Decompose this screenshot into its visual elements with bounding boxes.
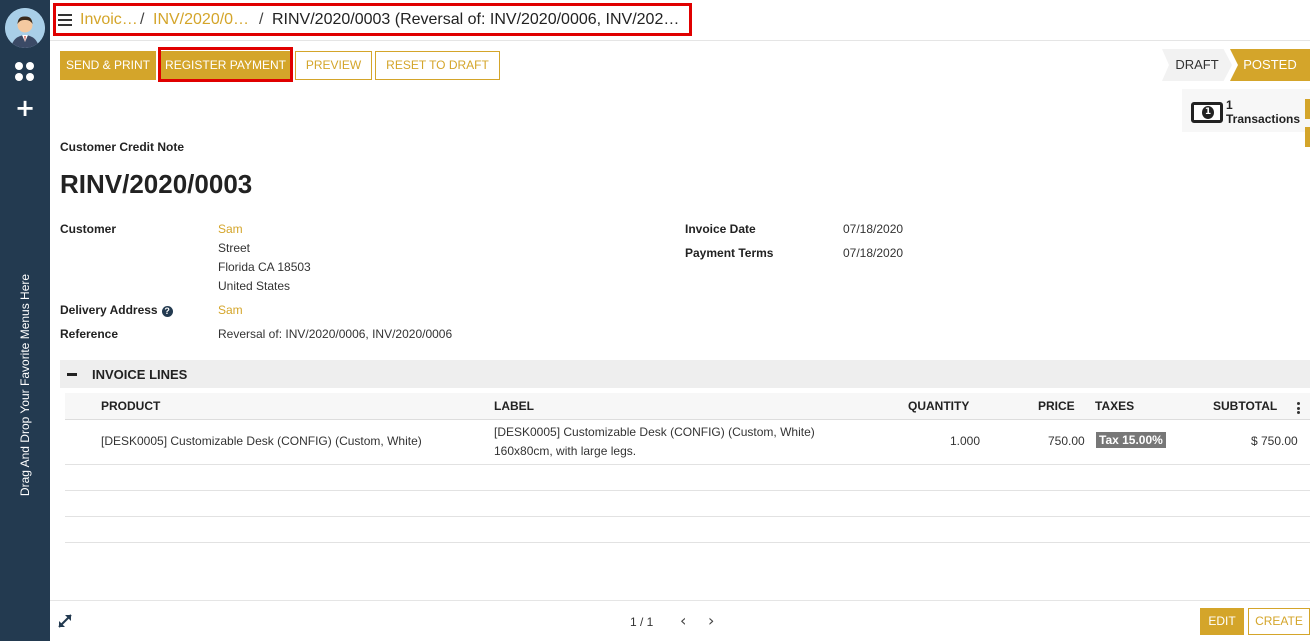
customer-city: Florida CA 18503: [218, 260, 311, 274]
cell-subtotal: $ 750.00: [1251, 434, 1298, 448]
customer-label: Customer: [60, 222, 117, 236]
invoice-lines-title: INVOICE LINES: [92, 367, 188, 382]
cell-product: [DESK0005] Customizable Desk (CONFIG) (C…: [101, 434, 422, 448]
customer-country: United States: [218, 279, 291, 293]
customer-street: Street: [218, 241, 251, 255]
status-draft[interactable]: DRAFT: [1162, 49, 1232, 81]
document-type: Customer Credit Note: [60, 140, 185, 154]
cell-quantity: 1.000: [950, 434, 981, 448]
delivery-address-label: Delivery Address?: [60, 303, 173, 317]
cell-price: 750.00: [1048, 434, 1085, 448]
cell-label-line2: 160x80cm, with large legs.: [494, 444, 637, 458]
column-product[interactable]: PRODUCT: [101, 399, 160, 413]
column-quantity[interactable]: QUANTITY: [908, 399, 969, 413]
table-row-empty: [65, 517, 1310, 543]
payment-terms-label: Payment Terms: [685, 246, 774, 260]
money-icon: 1: [1191, 102, 1223, 123]
column-price[interactable]: PRICE: [1038, 399, 1075, 413]
apps-grid-icon[interactable]: [15, 62, 35, 82]
sidebar: + Drag And Drop Your Favorite Menus Here: [0, 0, 50, 641]
column-subtotal[interactable]: SUBTOTAL: [1213, 399, 1277, 413]
delivery-address-label-text: Delivery Address: [60, 303, 158, 317]
reference-value: Reversal of: INV/2020/0006, INV/2020/000…: [218, 327, 453, 341]
payment-terms-value: 07/18/2020: [843, 246, 904, 260]
footer-bar: 1 / 1 ‹ › EDIT CREATE: [50, 600, 1310, 641]
preview-button[interactable]: PREVIEW: [295, 51, 372, 80]
pager-previous-icon[interactable]: ‹: [680, 611, 686, 630]
edit-button[interactable]: EDIT: [1200, 608, 1244, 635]
table-header: PRODUCT LABEL QUANTITY PRICE TAXES SUBTO…: [65, 393, 1310, 420]
invoice-date-value: 07/18/2020: [843, 222, 904, 236]
invoice-date-label: Invoice Date: [685, 222, 756, 236]
transactions-smart-button[interactable]: 1 1 Transactions: [1182, 89, 1310, 132]
reset-to-draft-button[interactable]: RESET TO DRAFT: [375, 51, 500, 80]
breadcrumb-bar: Invoic… / INV/2020/0… / RINV/2020/0003 (…: [50, 0, 1310, 41]
register-payment-highlight-box: [158, 47, 293, 82]
breadcrumb-highlight-box: [53, 3, 692, 36]
cell-label-line1: [DESK0005] Customizable Desk (CONFIG) (C…: [494, 425, 815, 439]
smart-button-accent: [1305, 99, 1310, 119]
user-avatar-icon: [5, 8, 45, 48]
pager-value[interactable]: 1 / 1: [630, 615, 653, 629]
smart-button-accent: [1305, 127, 1310, 147]
reference-label: Reference: [60, 327, 119, 341]
tax-badge: Tax 15.00%: [1096, 432, 1166, 448]
create-button[interactable]: CREATE: [1248, 608, 1310, 635]
send-print-button[interactable]: SEND & PRINT: [60, 51, 156, 80]
column-label[interactable]: LABEL: [494, 399, 534, 413]
table-row[interactable]: [DESK0005] Customizable Desk (CONFIG) (C…: [65, 420, 1310, 465]
expand-icon[interactable]: [58, 614, 72, 628]
pager-next-icon[interactable]: ›: [708, 611, 714, 630]
transactions-count: 1: [1226, 98, 1233, 112]
customer-link[interactable]: Sam: [218, 222, 243, 236]
column-taxes[interactable]: TAXES: [1095, 399, 1134, 413]
status-posted[interactable]: POSTED: [1230, 49, 1310, 81]
transactions-label: Transactions: [1226, 112, 1301, 126]
table-row-empty: [65, 491, 1310, 517]
collapse-minus-icon[interactable]: [67, 373, 77, 376]
favorites-hint: Drag And Drop Your Favorite Menus Here: [18, 273, 32, 497]
document-number: RINV/2020/0003: [60, 169, 253, 199]
plus-icon[interactable]: +: [14, 96, 36, 120]
table-row-empty: [65, 465, 1310, 491]
invoice-lines-section-header[interactable]: INVOICE LINES: [60, 360, 1310, 388]
delivery-address-link[interactable]: Sam: [218, 303, 243, 317]
user-avatar[interactable]: [5, 8, 45, 48]
help-icon[interactable]: ?: [161, 306, 173, 317]
column-options-kebab-icon[interactable]: [1297, 402, 1300, 414]
